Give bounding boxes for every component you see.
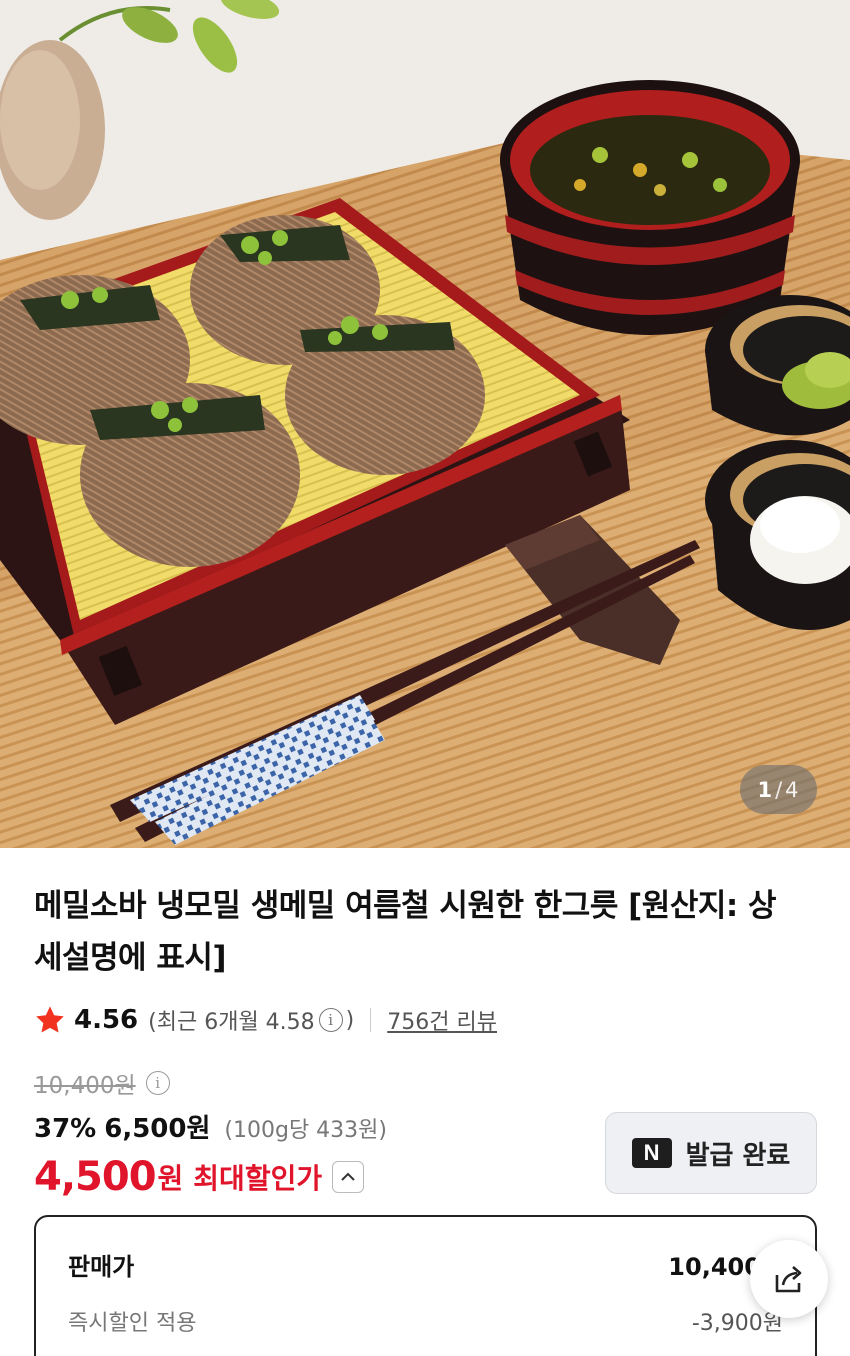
max-discount-label: 최대할인가 [193, 1162, 323, 1195]
product-title: 메밀소바 냉모밀 생메밀 여름철 시원한 한그릇 [원산지: 상세설명에 표시] [34, 888, 777, 976]
breakdown-row-list-price: 판매가 10,400원 [68, 1247, 783, 1282]
max-discount-price: 4,500 [34, 1154, 157, 1200]
rating-value: 4.56 [74, 1005, 139, 1035]
instant-discount-label: 즉시할인 적용 [68, 1311, 197, 1336]
review-count-link[interactable]: 756건 리뷰 [387, 1004, 497, 1036]
share-icon [775, 1266, 802, 1293]
unit-price: (100g당 433원) [224, 1118, 387, 1143]
rating-row: 4.56 (최근 6개월 4.58 i ) 756건 리뷰 [34, 1000, 497, 1040]
recent-rating-text: (최근 6개월 4.58 [148, 1010, 315, 1035]
star-icon [36, 1006, 64, 1033]
recent-rating: (최근 6개월 4.58 i ) [148, 1004, 354, 1036]
chevron-up-icon [341, 1172, 355, 1181]
discount-rate: 37% [34, 1114, 97, 1144]
original-price-row: 10,400원 i [34, 1066, 173, 1100]
sale-price-row: 37% 6,500원 (100g당 433원) [34, 1108, 387, 1148]
coupon-label: 발급 완료 [685, 1140, 791, 1171]
price-breakdown: 판매가 10,400원 즉시할인 적용 -3,900원 [34, 1215, 817, 1356]
share-button[interactable] [750, 1240, 828, 1318]
sale-price: 6,500원 [104, 1114, 211, 1144]
recent-rating-close: ) [345, 1007, 355, 1033]
divider [370, 1008, 372, 1032]
breakdown-row-instant-discount: 즉시할인 적용 -3,900원 [68, 1305, 783, 1337]
max-discount-row: 4,500 원 최대할인가 [34, 1150, 365, 1204]
naver-n-icon: N [631, 1138, 672, 1168]
product-image[interactable]: 1 / 4 [0, 0, 850, 848]
product-photo-illustration [0, 0, 850, 848]
price-info-icon[interactable]: i [145, 1071, 170, 1095]
image-counter-current: 1 [757, 777, 774, 802]
image-counter: 1 / 4 [740, 765, 817, 814]
image-counter-separator: / [775, 777, 784, 802]
coupon-issued-button[interactable]: N 발급 완료 [605, 1112, 817, 1194]
original-price: 10,400원 [34, 1073, 136, 1099]
chevron-up-button[interactable] [332, 1161, 365, 1193]
max-discount-currency: 원 [157, 1162, 184, 1195]
info-icon[interactable]: i [318, 1008, 343, 1032]
list-price-label: 판매가 [68, 1253, 135, 1281]
image-counter-total: 4 [785, 777, 800, 802]
